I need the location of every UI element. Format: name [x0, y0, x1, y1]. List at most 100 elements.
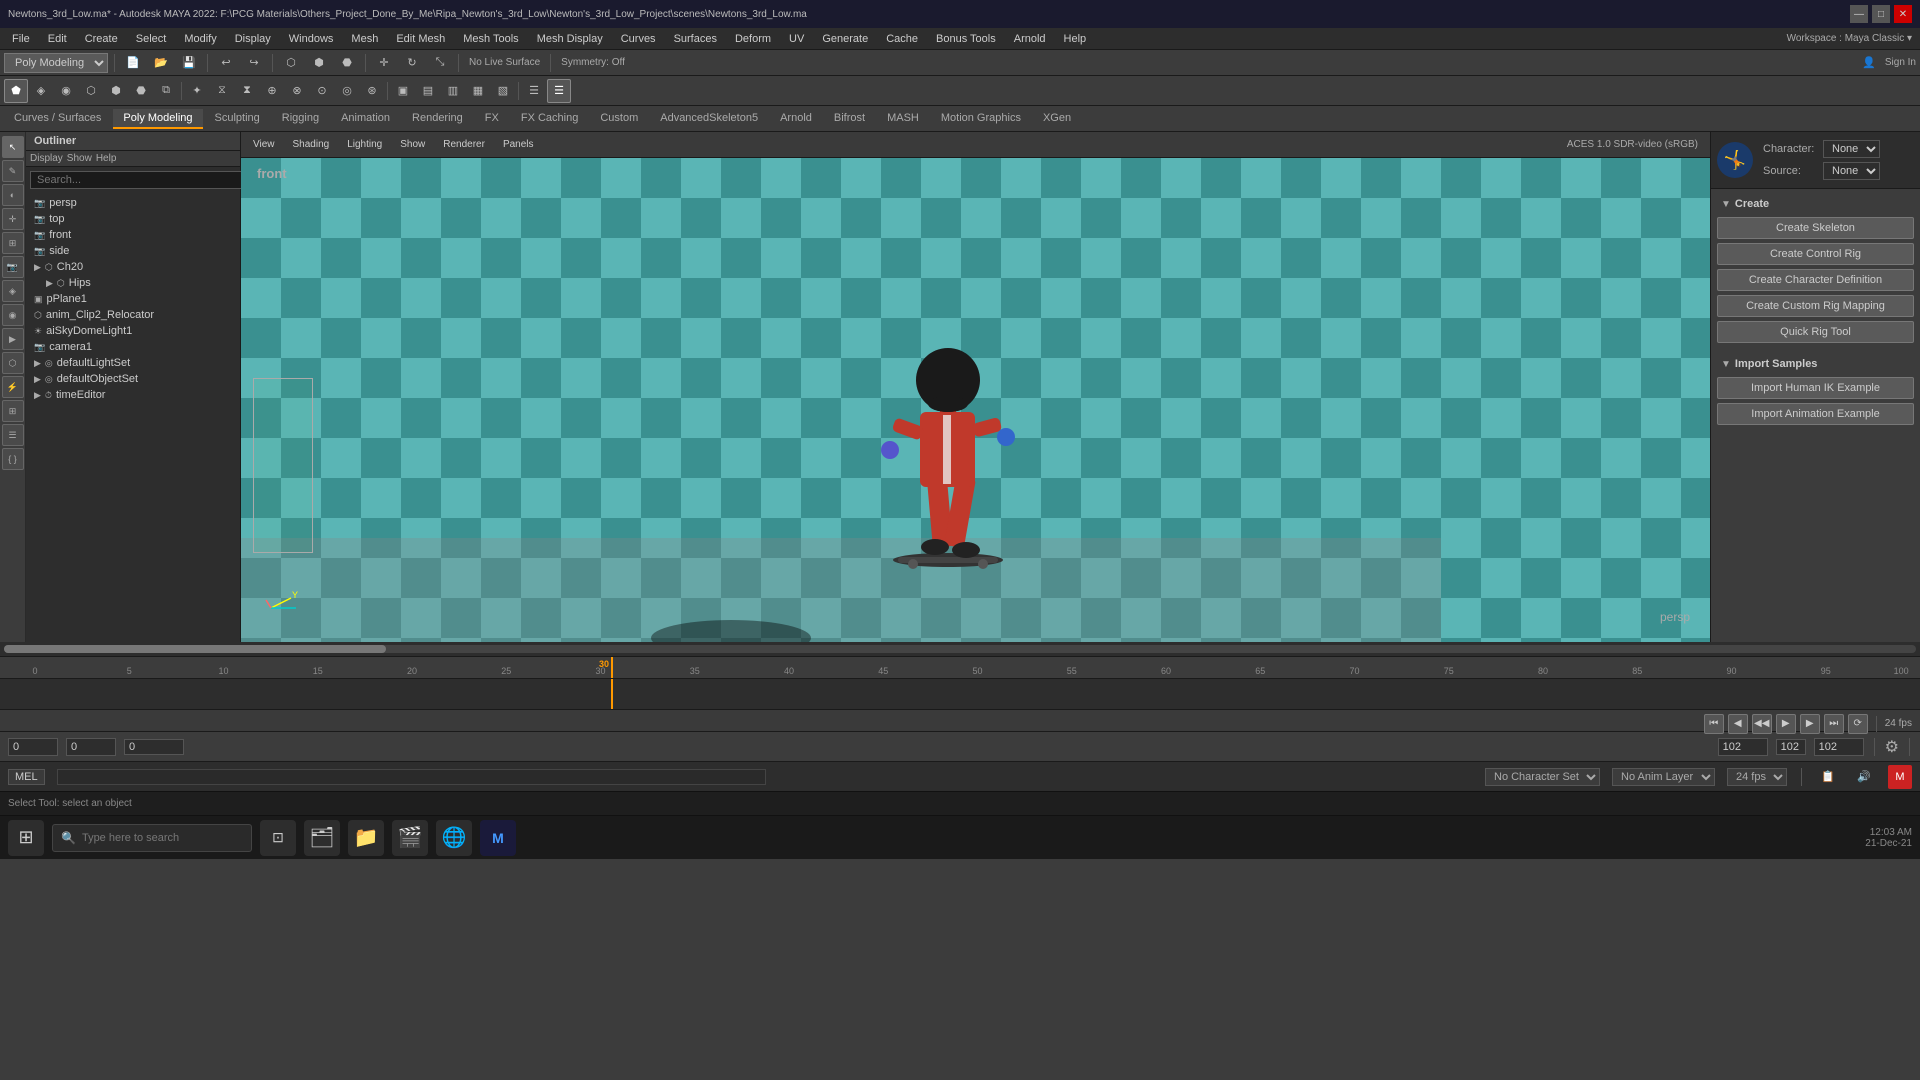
outliner-item-camera1[interactable]: 📷 camera1	[26, 339, 240, 355]
outliner-show-menu[interactable]: Show	[67, 153, 92, 164]
timeline-playhead[interactable]	[611, 657, 613, 678]
no-anim-layer-select[interactable]: No Anim Layer	[1612, 768, 1715, 786]
outliner-item-ch20[interactable]: ▶ ⬡ Ch20	[26, 259, 240, 275]
tab-arnold[interactable]: Arnold	[770, 109, 822, 129]
outliner-item-pplane1[interactable]: ▣ pPlane1	[26, 291, 240, 307]
pole-icon[interactable]: ⊛	[360, 79, 384, 103]
script-icon[interactable]: { }	[2, 448, 24, 470]
outliner-item-anim-clip[interactable]: ⬡ anim_Clip2_Relocator	[26, 307, 240, 323]
outliner-item-defaultlightset[interactable]: ▶ ◎ defaultLightSet	[26, 355, 240, 371]
status-icon1[interactable]: 📋	[1816, 765, 1840, 789]
viewport[interactable]: View Shading Lighting Show Renderer Pane…	[241, 132, 1710, 642]
tab-fx-caching[interactable]: FX Caching	[511, 109, 588, 129]
source-select[interactable]: None	[1823, 162, 1880, 180]
tab-animation[interactable]: Animation	[331, 109, 400, 129]
scale-icon[interactable]: ⤡	[428, 51, 452, 75]
import-animation-button[interactable]: Import Animation Example	[1717, 403, 1914, 425]
vp-show-menu[interactable]: Show	[392, 137, 433, 152]
detach-icon[interactable]: ▤	[416, 79, 440, 103]
tab-sculpting[interactable]: Sculpting	[205, 109, 270, 129]
menu-edit-mesh[interactable]: Edit Mesh	[388, 31, 453, 47]
outliner-item-hips[interactable]: ▶ ⬡ Hips	[26, 275, 240, 291]
menu-select[interactable]: Select	[128, 31, 175, 47]
grid-icon[interactable]: ⊞	[2, 400, 24, 422]
start-button[interactable]: ⊞	[8, 820, 44, 856]
tab-advskeleton[interactable]: AdvancedSkeleton5	[650, 109, 768, 129]
menu-create[interactable]: Create	[77, 31, 126, 47]
tab-motion-graphics[interactable]: Motion Graphics	[931, 109, 1031, 129]
smooth-icon[interactable]: ▧	[491, 79, 515, 103]
character-select[interactable]: None	[1823, 140, 1880, 158]
vp-shading-menu[interactable]: Shading	[285, 137, 338, 152]
ik-icon[interactable]: ⧖	[210, 79, 234, 103]
outliner-item-defaultobjset[interactable]: ▶ ◎ defaultObjectSet	[26, 371, 240, 387]
menu-generate[interactable]: Generate	[814, 31, 876, 47]
menu-uv[interactable]: UV	[781, 31, 812, 47]
range-end-102-2[interactable]	[1814, 738, 1864, 756]
outliner-item-persp[interactable]: 📷 persp	[26, 195, 240, 211]
minimize-button[interactable]: —	[1850, 5, 1868, 23]
menu-deform[interactable]: Deform	[727, 31, 779, 47]
search-bar[interactable]: 🔍 Type here to search	[52, 824, 252, 852]
mel-label[interactable]: MEL	[8, 769, 45, 785]
tab-rendering[interactable]: Rendering	[402, 109, 473, 129]
vp-panels-menu[interactable]: Panels	[495, 137, 542, 152]
timeline-scroll-bar[interactable]	[0, 642, 1920, 656]
outliner-item-front[interactable]: 📷 front	[26, 227, 240, 243]
menu-mesh[interactable]: Mesh	[343, 31, 386, 47]
ikspline-icon[interactable]: ⧗	[235, 79, 259, 103]
sign-in-label[interactable]: Sign In	[1885, 57, 1916, 68]
symmetry-label[interactable]: Symmetry: Off	[557, 57, 629, 68]
mode-dropdown[interactable]: Poly Modeling	[4, 53, 108, 73]
outliner-item-timeeditor[interactable]: ▶ ⏱ timeEditor	[26, 387, 240, 403]
save-icon[interactable]: 💾	[177, 51, 201, 75]
lasso-icon[interactable]: ⬢	[307, 51, 331, 75]
vp-view-menu[interactable]: View	[245, 137, 283, 152]
create-control-rig-button[interactable]: Create Control Rig	[1717, 243, 1914, 265]
skin-shelf[interactable]: ⬢	[104, 79, 128, 103]
camera-icon[interactable]: 📷	[2, 256, 24, 278]
goto-start-button[interactable]: ⏮	[1704, 714, 1724, 734]
tab-curves-surfaces[interactable]: Curves / Surfaces	[4, 109, 111, 129]
hips-expand-icon[interactable]: ▶	[46, 278, 53, 289]
paint-icon[interactable]: ⬣	[335, 51, 359, 75]
outliner-item-skydome[interactable]: ☀ aiSkyDomeLight1	[26, 323, 240, 339]
ch20-expand-icon[interactable]: ▶	[34, 262, 41, 273]
menu-edit[interactable]: Edit	[40, 31, 75, 47]
anim-icon[interactable]: ▶	[2, 328, 24, 350]
menu-file[interactable]: File	[4, 31, 38, 47]
point-icon[interactable]: ⊙	[310, 79, 334, 103]
tab-custom[interactable]: Custom	[590, 109, 648, 129]
orient-icon[interactable]: ⊗	[285, 79, 309, 103]
import-humanik-button[interactable]: Import Human IK Example	[1717, 377, 1914, 399]
goto-end-button[interactable]: ⏭	[1824, 714, 1844, 734]
transform-icon[interactable]: ✛	[2, 208, 24, 230]
dobjset-expand[interactable]: ▶	[34, 374, 41, 385]
joint-icon[interactable]: ✦	[185, 79, 209, 103]
weight-icon[interactable]: ▥	[441, 79, 465, 103]
prev-frame-button[interactable]: ◀	[1728, 714, 1748, 734]
paint-select-icon[interactable]: ✎	[2, 160, 24, 182]
taskview-button[interactable]: ⊡	[260, 820, 296, 856]
script-input[interactable]	[57, 769, 766, 785]
create-skeleton-button[interactable]: Create Skeleton	[1717, 217, 1914, 239]
char-set-icon[interactable]: ⚙	[1885, 737, 1899, 757]
outliner-search-input[interactable]	[30, 171, 244, 189]
tab-poly-modeling[interactable]: Poly Modeling	[113, 109, 202, 129]
tab-xgen[interactable]: XGen	[1033, 109, 1081, 129]
no-char-set-select[interactable]: No Character Set	[1485, 768, 1600, 786]
next-frame-button[interactable]: ▶	[1800, 714, 1820, 734]
menu-curves[interactable]: Curves	[613, 31, 664, 47]
outliner-item-top[interactable]: 📷 top	[26, 211, 240, 227]
taskbar-app-folder[interactable]: 📁	[348, 820, 384, 856]
menu-surfaces[interactable]: Surfaces	[666, 31, 725, 47]
create-section-header[interactable]: ▼ Create	[1717, 195, 1914, 213]
snap-icon[interactable]: ⊞	[2, 232, 24, 254]
taskbar-app-maya[interactable]: M	[480, 820, 516, 856]
search-placeholder[interactable]: Type here to search	[82, 832, 179, 844]
new-scene-icon[interactable]: 📄	[121, 51, 145, 75]
menu-display[interactable]: Display	[227, 31, 279, 47]
rigging-shelf[interactable]: ⬡	[79, 79, 103, 103]
curves-surfaces-shelf[interactable]: ⬟	[4, 79, 28, 103]
aim-icon[interactable]: ◎	[335, 79, 359, 103]
